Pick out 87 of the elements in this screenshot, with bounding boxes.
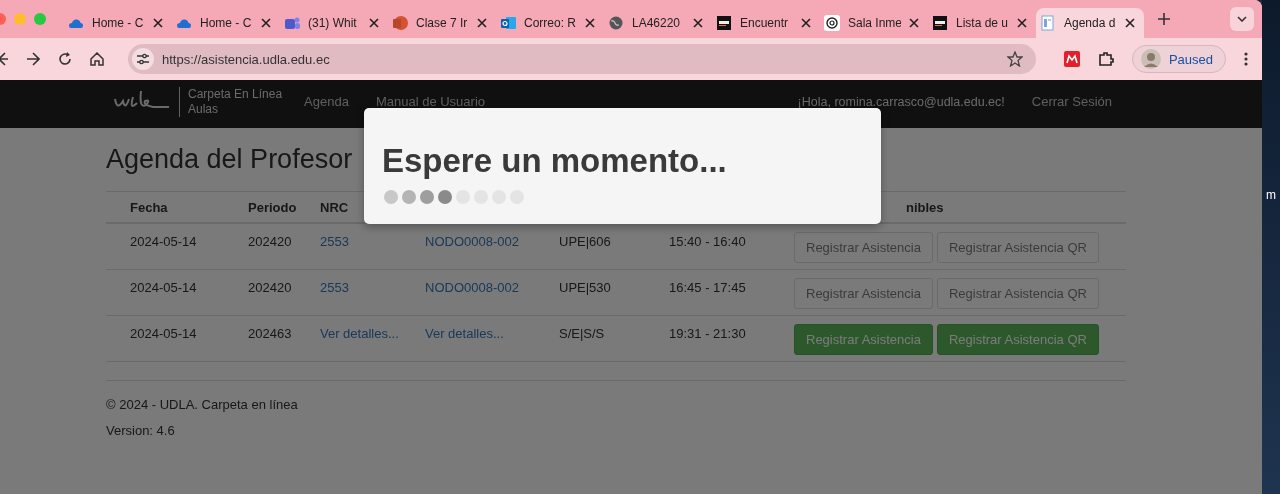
tab-title: Clase 7 Ir [416, 16, 469, 30]
table-cell-text: UPE|530 [559, 279, 612, 295]
extension-icon[interactable] [1063, 51, 1080, 67]
table-cell-text: 202420 [248, 233, 293, 249]
close-icon[interactable] [1017, 18, 1027, 28]
table-cell-text: UPE|606 [559, 233, 612, 249]
browser-tab[interactable]: Lista de u [928, 8, 1036, 38]
square-icon [716, 15, 732, 31]
browser-tab[interactable]: LA46220 [604, 8, 712, 38]
tab-title: Sala Inme [848, 16, 901, 30]
people-icon [284, 15, 300, 31]
browser-tab[interactable]: (31) Whit [280, 8, 388, 38]
table-link[interactable]: Ver detalles... [320, 326, 399, 341]
new-tab-icon[interactable] [1158, 13, 1170, 25]
logout-link[interactable]: Cerrar Sesión [1031, 94, 1112, 109]
table-cell-text: 202420 [248, 279, 293, 295]
desktop-text: m [1266, 188, 1276, 202]
attendance-button[interactable]: Registrar Asistencia QR [936, 324, 1099, 355]
document-icon [1040, 15, 1056, 31]
loading-indicator-icon [384, 190, 524, 204]
table-cell-text: 202463 [248, 325, 293, 341]
avatar-icon [1140, 49, 1161, 69]
tab-title: Lista de u [956, 16, 1009, 30]
nav-link[interactable]: Agenda [304, 94, 349, 109]
close-icon[interactable] [909, 18, 919, 28]
table-cell-text: 15:40 - 16:40 [669, 233, 747, 249]
page-heading: Agenda del Profesor [106, 144, 353, 175]
close-icon[interactable] [477, 18, 487, 28]
close-icon[interactable] [585, 18, 595, 28]
close-icon[interactable] [1125, 18, 1135, 28]
greeting-text: ¡Hola, romina.carrasco@udla.edu.ec! [797, 94, 1005, 109]
close-icon[interactable] [261, 18, 271, 28]
presentation-icon [392, 15, 408, 31]
footer-text: © 2024 - UDLA. Carpeta en línea [106, 397, 299, 412]
tab-title: Home - C [200, 16, 253, 30]
column-header: Periodo [248, 199, 298, 215]
home-icon[interactable] [90, 52, 104, 66]
address-bar[interactable]: https://asistencia.udla.edu.ec [128, 44, 1036, 74]
table-link[interactable]: 2553 [320, 234, 349, 249]
close-icon[interactable] [153, 18, 163, 28]
table-cell-text: 2024-05-14 [130, 279, 198, 295]
tab-title: Agenda d [1064, 16, 1117, 30]
chevron-down-icon [1237, 16, 1247, 22]
reload-icon[interactable] [58, 52, 72, 66]
browser-tab[interactable]: Clase 7 Ir [388, 8, 496, 38]
forward-icon[interactable] [26, 52, 40, 66]
tab-title: (31) Whit [308, 16, 358, 30]
back-icon[interactable] [0, 52, 8, 66]
tab-title: Home - C [92, 16, 145, 30]
puzzle-icon[interactable] [1097, 51, 1114, 67]
browser-tab[interactable]: Sala Inme [820, 8, 928, 38]
table-cell-text: 2024-05-14 [130, 233, 198, 249]
footer-text: Version: 4.6 [106, 423, 176, 438]
table-cell-text: S/E|S/S [559, 325, 606, 341]
tab-title: Correo: R [524, 16, 577, 30]
table-cell-text: 16:45 - 17:45 [669, 279, 747, 295]
dialog-title: Espere un momento... [382, 142, 728, 180]
globe-icon [608, 15, 624, 31]
browser-tab[interactable]: Encuentr [712, 8, 820, 38]
star-icon[interactable] [1006, 51, 1023, 67]
close-icon[interactable] [369, 18, 379, 28]
table-link[interactable]: NODO0008-002 [425, 280, 519, 295]
browser-tab[interactable]: Home - C [64, 8, 172, 38]
browser-tab[interactable]: Agenda d [1036, 8, 1144, 38]
square-icon [932, 15, 948, 31]
close-icon[interactable] [693, 18, 703, 28]
attendance-button[interactable]: Registrar Asistencia [794, 324, 933, 355]
browser-tab[interactable]: Correo: R [496, 8, 604, 38]
table-cell-text: 19:31 - 21:30 [669, 325, 747, 341]
profile-button[interactable]: Paused [1131, 45, 1226, 73]
mail-icon [500, 15, 516, 31]
close-icon[interactable] [801, 18, 811, 28]
table-cell-text: 2024-05-14 [130, 325, 198, 341]
column-header: NRC [320, 199, 350, 215]
site-settings-icon[interactable] [136, 53, 150, 65]
table-link[interactable]: NODO0008-002 [425, 234, 519, 249]
table-link[interactable]: 2553 [320, 280, 349, 295]
more-menu-icon[interactable] [1244, 52, 1248, 66]
column-header: Fecha [130, 199, 169, 215]
tab-title: Encuentr [740, 16, 790, 30]
table-link[interactable]: Ver detalles... [425, 326, 504, 341]
tab-list-button[interactable] [1230, 7, 1254, 31]
nav-link[interactable]: Manual de Usuario [375, 94, 486, 109]
logo-text[interactable]: Carpeta En Línea Aulas [179, 86, 283, 117]
browser-tab[interactable]: Home - C [172, 8, 280, 38]
tab-title: LA46220 [632, 16, 682, 30]
column-header: nibles [905, 199, 945, 215]
